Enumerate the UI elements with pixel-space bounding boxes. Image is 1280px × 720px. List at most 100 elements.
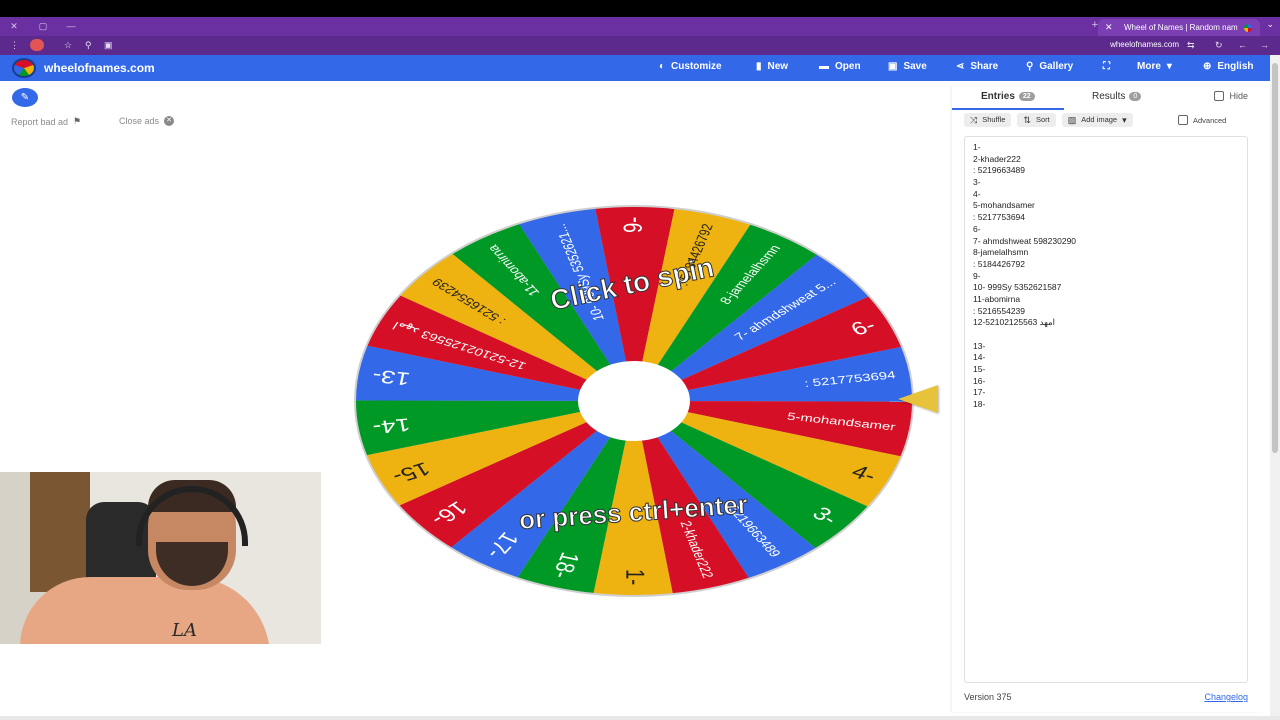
report-bad-ad-link[interactable]: Report bad ad ⚑ bbox=[11, 116, 81, 127]
customize-button[interactable]: ◐ Customize bbox=[659, 61, 722, 72]
entry-line: 1- bbox=[973, 142, 981, 152]
browser-tab[interactable]: ✕ Wheel of Names | Random nam bbox=[1098, 19, 1260, 36]
entry-line: 7- ahmdshweat 598230290 bbox=[973, 235, 1077, 246]
entry-line: 2-khader222 bbox=[973, 153, 1021, 164]
address-url[interactable]: wheelofnames.com bbox=[1110, 40, 1179, 49]
fullscreen-icon: ⛶ bbox=[1103, 61, 1110, 72]
reload-icon[interactable]: ↻ bbox=[1215, 39, 1223, 51]
tab-results[interactable]: Results 0 bbox=[1092, 91, 1142, 102]
wheel-slice-label: 13- bbox=[370, 365, 411, 389]
save-icon: ▣ bbox=[888, 61, 898, 72]
entries-panel: Entries 22 Results 0 Hide ⤨ Shuffle ⇅ Sort… bbox=[952, 86, 1264, 712]
site-settings-icon[interactable]: ⇆ bbox=[1187, 39, 1195, 51]
webcam-overlay: LA bbox=[0, 472, 321, 644]
shuffle-button[interactable]: ⤨ Shuffle bbox=[964, 113, 1012, 127]
entry-line: 4- bbox=[973, 188, 981, 199]
site-navbar: wheelofnames.com ◐ Customize ▮ New ▬ Open ▣… bbox=[0, 55, 1270, 81]
tab-close-icon[interactable]: ✕ bbox=[1105, 19, 1113, 36]
results-count-badge: 0 bbox=[1129, 92, 1142, 101]
open-button[interactable]: ▬ Open bbox=[819, 61, 861, 72]
page-scrollbar[interactable] bbox=[1270, 55, 1280, 720]
active-tab-indicator bbox=[952, 108, 1064, 110]
menu-dots-icon[interactable]: ⋮ bbox=[10, 39, 19, 51]
share-button[interactable]: ⋖ Share bbox=[956, 61, 998, 72]
pencil-icon: ✎ bbox=[20, 92, 30, 103]
screenshot-icon[interactable]: ▣ bbox=[104, 39, 113, 51]
sort-icon: ⇅ bbox=[1023, 115, 1031, 125]
advanced-checkbox[interactable]: Advanced bbox=[1178, 115, 1226, 125]
scrollbar-thumb[interactable] bbox=[1272, 63, 1278, 453]
wheel-slice-label: 14- bbox=[371, 414, 412, 438]
palette-icon: ◐ bbox=[659, 61, 666, 72]
file-icon: ▮ bbox=[756, 61, 762, 72]
tab-entries[interactable]: Entries 22 bbox=[981, 91, 1035, 102]
image-icon: ▨ bbox=[1067, 115, 1077, 125]
entries-textarea[interactable]: 1- 2-khader222: 5219663489 3- 4- 5-mohandsam… bbox=[964, 136, 1248, 683]
chevron-down-icon: ▾ bbox=[1166, 61, 1172, 72]
entries-toolbar: ⤨ Shuffle ⇅ Sort ▨ Add image ▾ bbox=[964, 113, 1133, 127]
window-minimize-icon[interactable]: — bbox=[66, 21, 76, 31]
brand-name[interactable]: wheelofnames.com bbox=[44, 61, 155, 75]
add-image-button[interactable]: ▨ Add image ▾ bbox=[1061, 113, 1133, 127]
back-icon[interactable]: ← bbox=[1238, 39, 1247, 51]
entry-line: 12-52102125563 امهد bbox=[973, 317, 1055, 328]
flag-icon: ⚑ bbox=[73, 116, 82, 126]
tab-list-chevron-icon[interactable]: ⌄ bbox=[1266, 19, 1274, 30]
wheel-slice-label: 1- bbox=[620, 569, 649, 585]
gallery-button[interactable]: ⚲ Gallery bbox=[1026, 61, 1073, 72]
entry-line: 5-mohandsamer bbox=[973, 200, 1035, 211]
entry-line: 3- bbox=[973, 177, 981, 188]
hide-checkbox-box[interactable] bbox=[1214, 91, 1225, 101]
changelog-link[interactable]: Changelog bbox=[1204, 692, 1248, 702]
extension-icon[interactable] bbox=[30, 39, 44, 51]
lens-search-icon[interactable]: ⚲ bbox=[85, 39, 92, 51]
search-icon: ⚲ bbox=[1026, 61, 1034, 72]
shirt-logo: LA bbox=[172, 620, 197, 641]
globe-icon: ⊕ bbox=[1203, 61, 1212, 72]
wheel-graphic[interactable]: : 52177536945-mohandsamer4-3-: 521966348… bbox=[354, 205, 914, 597]
more-button[interactable]: More ▾ bbox=[1137, 61, 1172, 72]
close-ads-icon: ✕ bbox=[164, 116, 175, 126]
edit-pencil-button[interactable]: ✎ bbox=[12, 88, 38, 107]
new-button[interactable]: ▮ New bbox=[756, 61, 788, 72]
entry-line: 11-abomirna bbox=[973, 293, 1021, 304]
entry-line: : 5217753694 bbox=[973, 212, 1025, 223]
entry-line: 10- 999Sy 5352621587 bbox=[973, 282, 1062, 293]
entry-line: 13- bbox=[973, 340, 986, 351]
wheel-logo-icon[interactable] bbox=[12, 58, 36, 78]
version-label: Version 375 bbox=[964, 692, 1012, 702]
entry-line: 18- bbox=[973, 399, 986, 410]
panel-tabs: Entries 22 Results 0 Hide bbox=[952, 86, 1264, 108]
bookmark-star-icon[interactable]: ☆ bbox=[64, 39, 72, 51]
entry-line: 16- bbox=[973, 375, 986, 386]
folder-icon: ▬ bbox=[819, 61, 829, 72]
page-bottom-edge bbox=[0, 716, 1280, 720]
save-button[interactable]: ▣ Save bbox=[888, 61, 927, 72]
browser-tab-bar: ✕ ▢ — + ✕ Wheel of Names | Random nam ⌄ bbox=[0, 17, 1280, 36]
fullscreen-button[interactable]: ⛶ bbox=[1103, 61, 1110, 72]
chevron-down-icon: ▾ bbox=[1122, 115, 1127, 125]
share-icon: ⋖ bbox=[956, 61, 965, 72]
entry-line: : 5219663489 bbox=[973, 165, 1025, 176]
browser-address-bar: ⋮ ☆ ⚲ ▣ wheelofnames.com ⇆ ↻ ← → bbox=[0, 36, 1280, 55]
entry-line: 15- bbox=[973, 364, 986, 375]
shuffle-icon: ⤨ bbox=[970, 115, 978, 125]
forward-icon[interactable]: → bbox=[1260, 39, 1269, 51]
language-button[interactable]: ⊕ English bbox=[1203, 61, 1254, 72]
tab-favicon-icon bbox=[1244, 24, 1252, 32]
advanced-checkbox-box[interactable] bbox=[1178, 115, 1188, 125]
entry-line: 9- bbox=[973, 270, 981, 281]
wheel[interactable]: : 5217753694 5-mohandsamer 4- 3-: 521966348… bbox=[354, 205, 914, 597]
window-restore-icon[interactable]: ▢ bbox=[38, 21, 48, 31]
sort-button[interactable]: ⇅ Sort bbox=[1017, 113, 1056, 127]
wheel-center-hub[interactable] bbox=[578, 361, 690, 441]
entry-line: 17- bbox=[973, 387, 986, 398]
entry-line bbox=[973, 329, 1239, 341]
close-ads-link[interactable]: Close ads ✕ bbox=[119, 116, 175, 126]
entries-count-badge: 22 bbox=[1018, 92, 1035, 101]
window-close-icon[interactable]: ✕ bbox=[9, 21, 19, 31]
entry-line: 8-jamelalhsmn bbox=[973, 247, 1029, 258]
wheel-pointer-icon bbox=[898, 385, 938, 413]
tab-title: Wheel of Names | Random nam bbox=[1124, 23, 1238, 32]
hide-checkbox[interactable]: Hide bbox=[1214, 91, 1248, 101]
